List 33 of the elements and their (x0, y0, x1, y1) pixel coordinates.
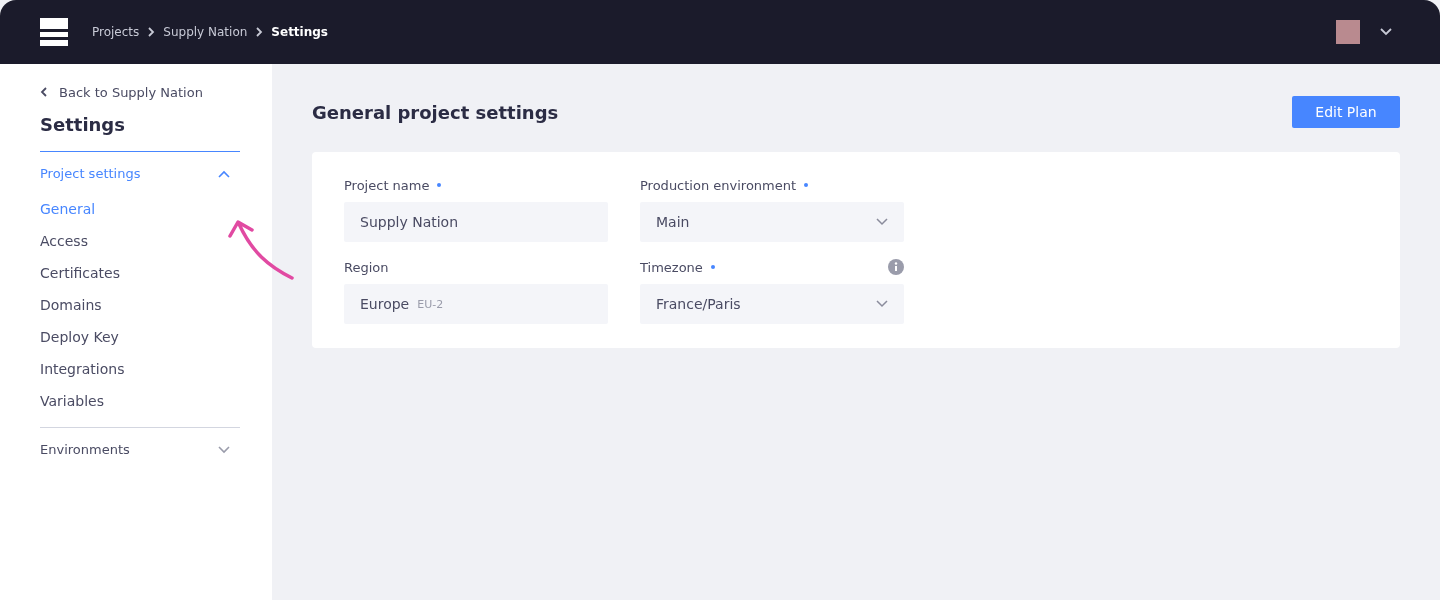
text-field[interactable]: Europe EU-2 (344, 284, 608, 324)
sidebar-item[interactable]: Access (40, 225, 240, 257)
breadcrumb-link[interactable]: Supply Nation (163, 25, 248, 39)
sidebar-item[interactable]: Integrations (40, 353, 240, 385)
logo-icon[interactable] (40, 18, 68, 46)
field-label: Project name (344, 177, 430, 193)
sidebar-item[interactable]: Certificates (40, 257, 240, 289)
chevron-down-icon[interactable] (1380, 28, 1392, 36)
chevron-up-icon (218, 169, 230, 178)
back-link[interactable]: Back to Supply Nation (40, 84, 240, 100)
section-header[interactable]: Environments (40, 428, 240, 469)
chevron-down-icon (218, 445, 230, 454)
sidebar-title: Settings (40, 114, 126, 135)
chevron-right-icon (147, 27, 156, 37)
chevron-right-icon (255, 27, 264, 37)
breadcrumb-link[interactable]: Projects (92, 25, 140, 39)
chevron-down-icon (876, 218, 888, 226)
sidebar-item[interactable]: General (40, 193, 240, 225)
sidebar-item[interactable]: Variables (40, 385, 240, 417)
sidebar-item[interactable]: Domains (40, 289, 240, 321)
field-label: Timezone (640, 259, 703, 275)
text-field[interactable]: Supply Nation (344, 202, 608, 242)
dropdown[interactable]: Main (640, 202, 904, 242)
page-title: General project settings (312, 101, 559, 123)
breadcrumb-link[interactable]: Settings (271, 25, 328, 39)
info-icon[interactable] (888, 259, 904, 275)
field-label: Region (344, 259, 389, 275)
sidebar-item[interactable]: Deploy Key (40, 321, 240, 353)
chevron-left-icon (40, 87, 48, 97)
chevron-down-icon (876, 300, 888, 308)
field-label: Production environment (640, 177, 797, 193)
dropdown[interactable]: France/Paris (640, 284, 904, 324)
section-header[interactable]: Project settings (40, 152, 240, 193)
